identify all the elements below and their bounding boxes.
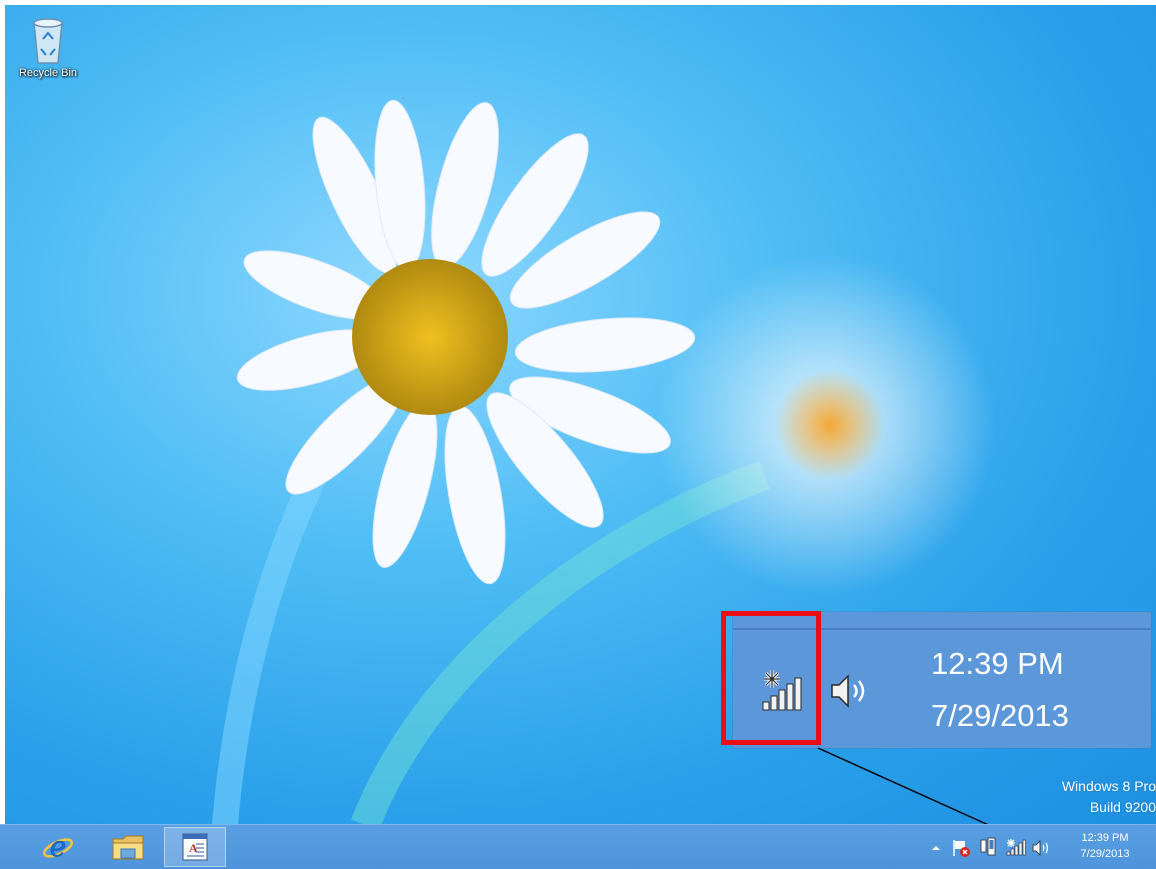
taskbar-file-explorer-button[interactable] bbox=[102, 827, 152, 867]
taskbar-date: 7/29/2013 bbox=[1080, 848, 1130, 860]
file-explorer-icon bbox=[112, 835, 144, 860]
callout-date: 7/29/2013 bbox=[931, 698, 1069, 733]
svg-text:e: e bbox=[50, 831, 67, 863]
internet-explorer-icon: e bbox=[42, 831, 74, 863]
watermark-build: Build 9200 bbox=[1089, 799, 1156, 815]
taskbar-clock[interactable]: 12:39 PM 7/29/2013 bbox=[1070, 830, 1140, 862]
system-tray: 12:39 PM 7/29/2013 bbox=[926, 825, 1156, 869]
highlight-box bbox=[721, 611, 821, 745]
taskbar-active-app-button[interactable]: A bbox=[164, 827, 226, 867]
volume-icon[interactable] bbox=[1031, 839, 1053, 857]
show-hidden-icons-chevron[interactable] bbox=[930, 843, 942, 853]
document-app-icon: A bbox=[182, 833, 208, 861]
desktop-icon-recycle-bin[interactable]: Recycle Bin bbox=[13, 13, 83, 93]
callout-time: 12:39 PM bbox=[931, 646, 1064, 681]
windows-version-watermark: Windows 8 Pro Build 9200 bbox=[1062, 776, 1156, 818]
phone-device-icon[interactable] bbox=[979, 837, 997, 857]
recycle-bin-icon bbox=[33, 18, 63, 64]
watermark-edition: Windows 8 Pro bbox=[1061, 778, 1156, 794]
mobile-broadband-signal-icon[interactable] bbox=[1006, 838, 1026, 856]
volume-icon bbox=[831, 674, 865, 708]
screen: Recycle Bin Windows 8 Pro Build 9200 12:… bbox=[0, 0, 1156, 869]
recycle-bin-label: Recycle Bin bbox=[18, 67, 78, 79]
taskbar-internet-explorer-button[interactable]: e bbox=[33, 827, 83, 867]
taskbar: e A 12:39 PM 7/29/2013 bbox=[0, 824, 1156, 869]
action-center-flag-icon[interactable] bbox=[951, 838, 971, 858]
taskbar-time: 12:39 PM bbox=[1081, 832, 1129, 844]
